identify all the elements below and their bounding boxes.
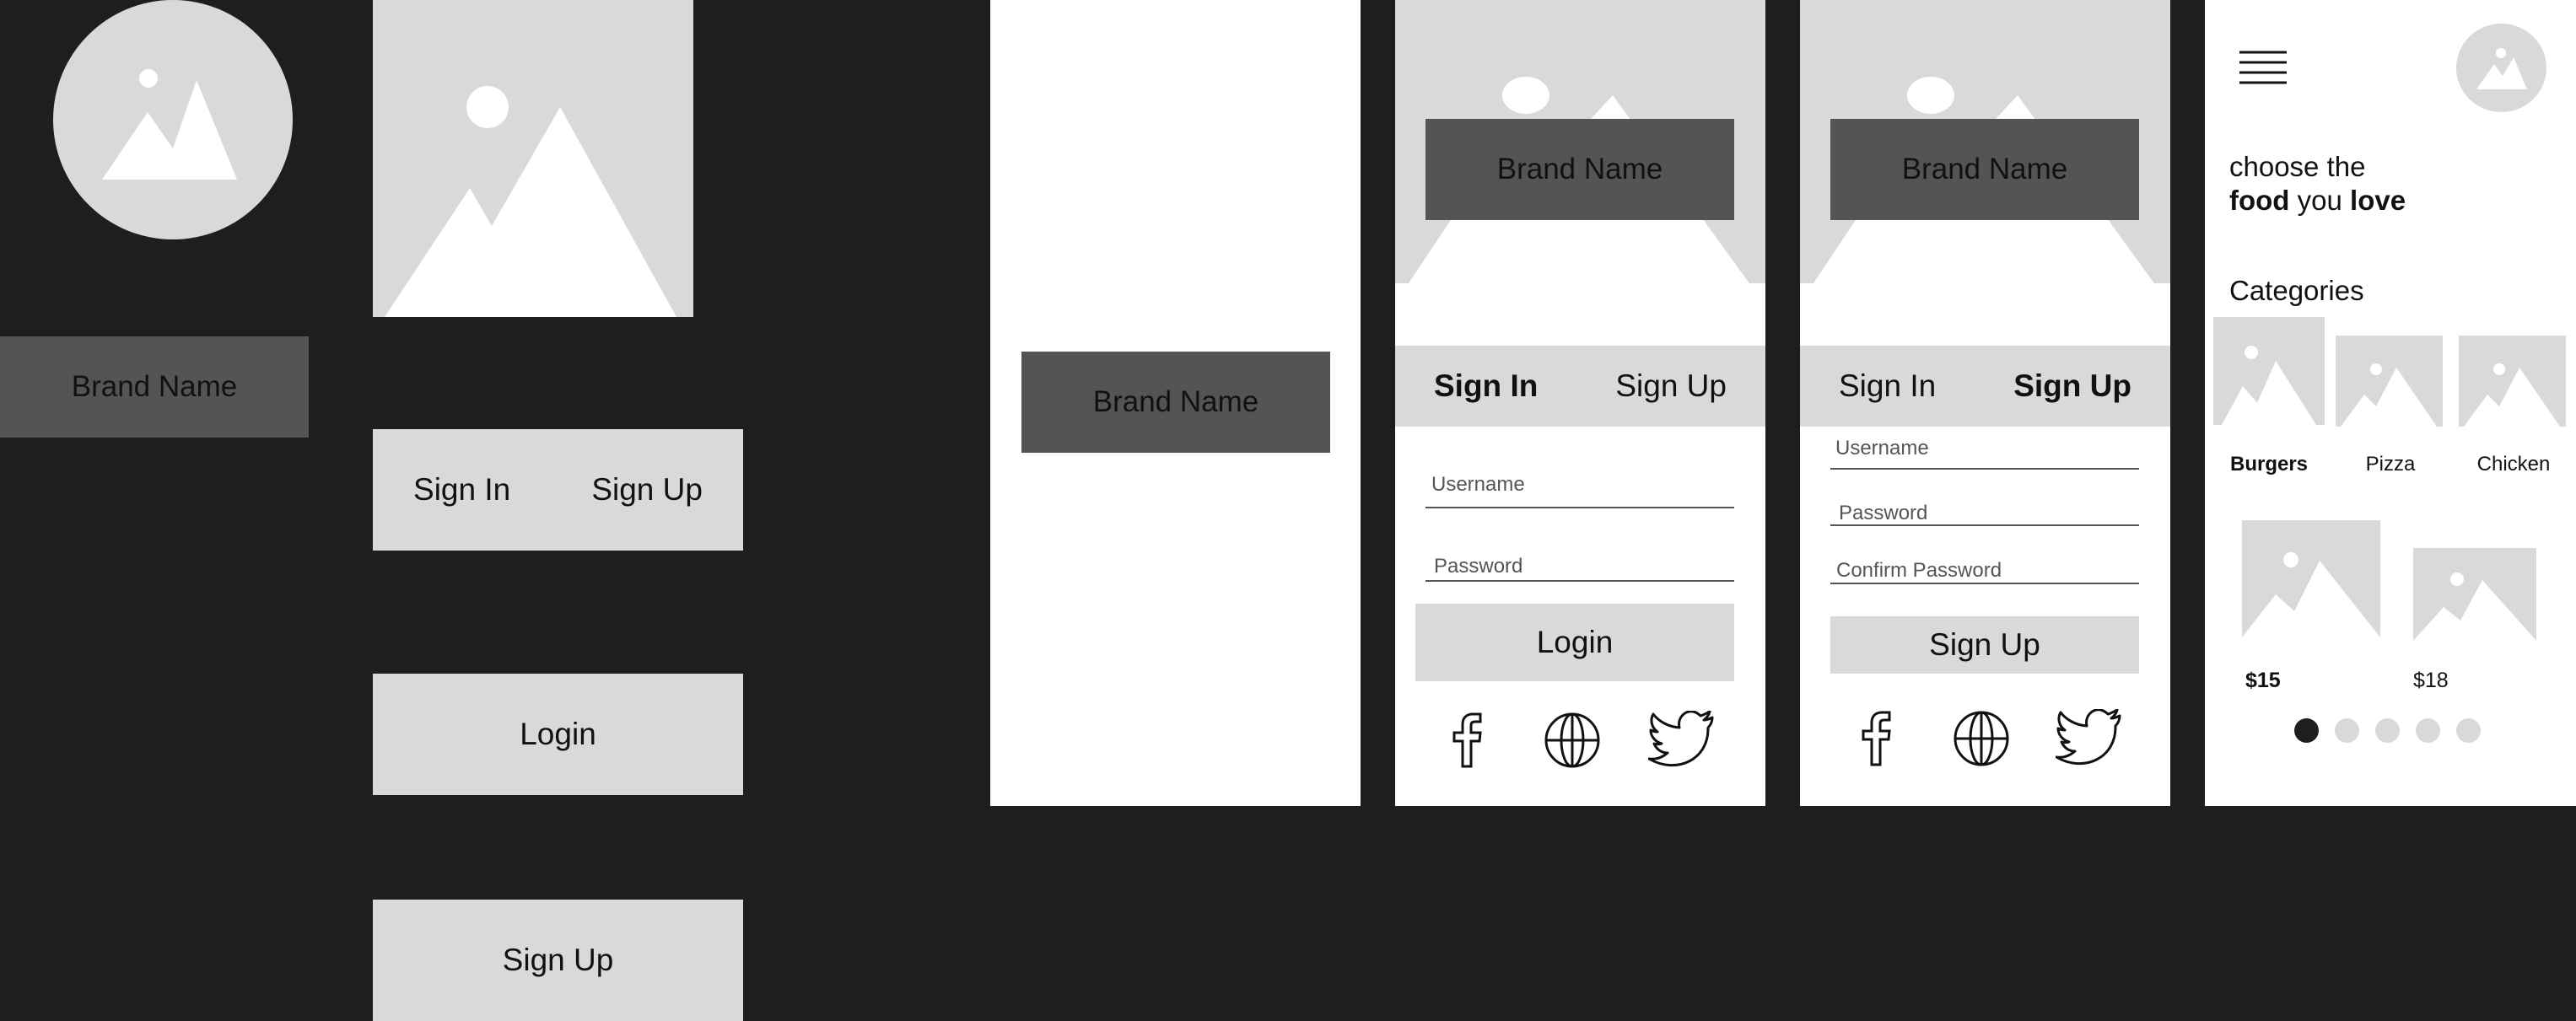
carousel-dot[interactable]: [2416, 718, 2440, 743]
avatar-placeholder: [53, 0, 293, 239]
category-card-chicken[interactable]: [2459, 336, 2566, 427]
product-price: $15: [2245, 669, 2281, 692]
tab-sign-up[interactable]: Sign Up: [2013, 368, 2131, 404]
sign-in-screen: Brand Name Sign In Sign Up Username Pass…: [1395, 0, 1765, 806]
brand-name-label: Brand Name: [1496, 153, 1663, 185]
twitter-icon[interactable]: [1648, 711, 1716, 770]
image-icon: [2476, 48, 2527, 89]
login-button-label: Login: [1536, 625, 1614, 659]
sign-up-button[interactable]: Sign Up: [1830, 616, 2139, 674]
home-screen: choose the food you love Categories Burg…: [2205, 0, 2576, 806]
confirm-password-label: Confirm Password: [1836, 559, 2002, 582]
carousel-dot-active[interactable]: [2294, 718, 2319, 743]
image-icon: [2336, 336, 2443, 427]
tab-sign-in[interactable]: Sign In: [1839, 368, 1936, 404]
tab-sign-up[interactable]: Sign Up: [591, 472, 703, 508]
sign-up-button-label: Sign Up: [502, 943, 614, 977]
facebook-icon[interactable]: [1855, 709, 1897, 768]
product-price: $18: [2413, 669, 2449, 692]
headline: choose the food you love: [2229, 150, 2406, 218]
auth-tab-component[interactable]: Sign In Sign Up: [373, 429, 743, 551]
image-icon: [102, 69, 237, 180]
brand-name-block: Brand Name: [1425, 119, 1734, 220]
splash-screen: Brand Name: [990, 0, 1361, 806]
image-icon: [385, 86, 676, 317]
username-field[interactable]: [1425, 507, 1734, 508]
categories-title: Categories: [2229, 275, 2364, 306]
globe-icon[interactable]: [1543, 711, 1602, 770]
brand-name-label: Brand Name: [71, 370, 238, 403]
twitter-icon[interactable]: [2056, 709, 2123, 768]
confirm-password-field[interactable]: [1830, 583, 2139, 584]
sign-up-screen: Brand Name Sign In Sign Up Username Pass…: [1800, 0, 2170, 806]
brand-name-label: Brand Name: [1092, 385, 1259, 418]
profile-avatar[interactable]: [2456, 24, 2546, 112]
headline-line-2: food you love: [2229, 184, 2406, 218]
globe-icon[interactable]: [1952, 709, 2011, 768]
image-icon: [2459, 336, 2566, 427]
login-button-label: Login: [520, 717, 596, 751]
category-card-burgers[interactable]: [2213, 317, 2325, 425]
image-icon: [2242, 520, 2380, 637]
image-placeholder: [373, 0, 693, 317]
brand-name-block: Brand Name: [1021, 352, 1330, 453]
product-card[interactable]: [2413, 548, 2536, 641]
carousel-dot[interactable]: [2456, 718, 2481, 743]
username-field[interactable]: [1830, 468, 2139, 470]
password-field[interactable]: [1830, 524, 2139, 526]
image-icon: [2213, 317, 2325, 425]
sign-up-button-label: Sign Up: [1929, 627, 2040, 662]
category-label-pizza: Pizza: [2365, 453, 2416, 476]
carousel-dot[interactable]: [2375, 718, 2400, 743]
brand-name-label: Brand Name: [1901, 153, 2068, 185]
tab-sign-in[interactable]: Sign In: [413, 472, 510, 508]
password-label: Password: [1434, 555, 1523, 578]
headline-you: you: [2297, 185, 2342, 216]
category-label-burgers: Burgers: [2229, 453, 2309, 476]
headline-line-1: choose the: [2229, 151, 2366, 182]
auth-tabs: Sign In Sign Up: [1395, 346, 1765, 427]
username-label: Username: [1431, 473, 1525, 496]
category-label-chicken: Chicken: [2476, 453, 2551, 476]
hamburger-menu-icon[interactable]: [2239, 50, 2287, 87]
sign-up-button[interactable]: Sign Up: [373, 900, 743, 1021]
brand-name-block: Brand Name: [1830, 119, 2139, 220]
login-button[interactable]: Login: [373, 674, 743, 795]
category-card-pizza[interactable]: [2336, 336, 2443, 427]
carousel-dot[interactable]: [2335, 718, 2359, 743]
username-label: Username: [1835, 437, 1929, 459]
headline-bold-food: food: [2229, 185, 2290, 216]
brand-name-block: Brand Name: [0, 336, 309, 438]
password-label: Password: [1839, 502, 1928, 524]
login-button[interactable]: Login: [1415, 604, 1734, 681]
headline-bold-love: love: [2350, 185, 2406, 216]
facebook-icon[interactable]: [1446, 711, 1488, 770]
auth-tabs: Sign In Sign Up: [1800, 346, 2170, 427]
tab-sign-in[interactable]: Sign In: [1434, 368, 1538, 404]
password-field[interactable]: [1425, 580, 1734, 582]
tab-sign-up[interactable]: Sign Up: [1615, 368, 1727, 404]
product-card[interactable]: [2242, 520, 2380, 637]
image-icon: [2413, 548, 2536, 641]
